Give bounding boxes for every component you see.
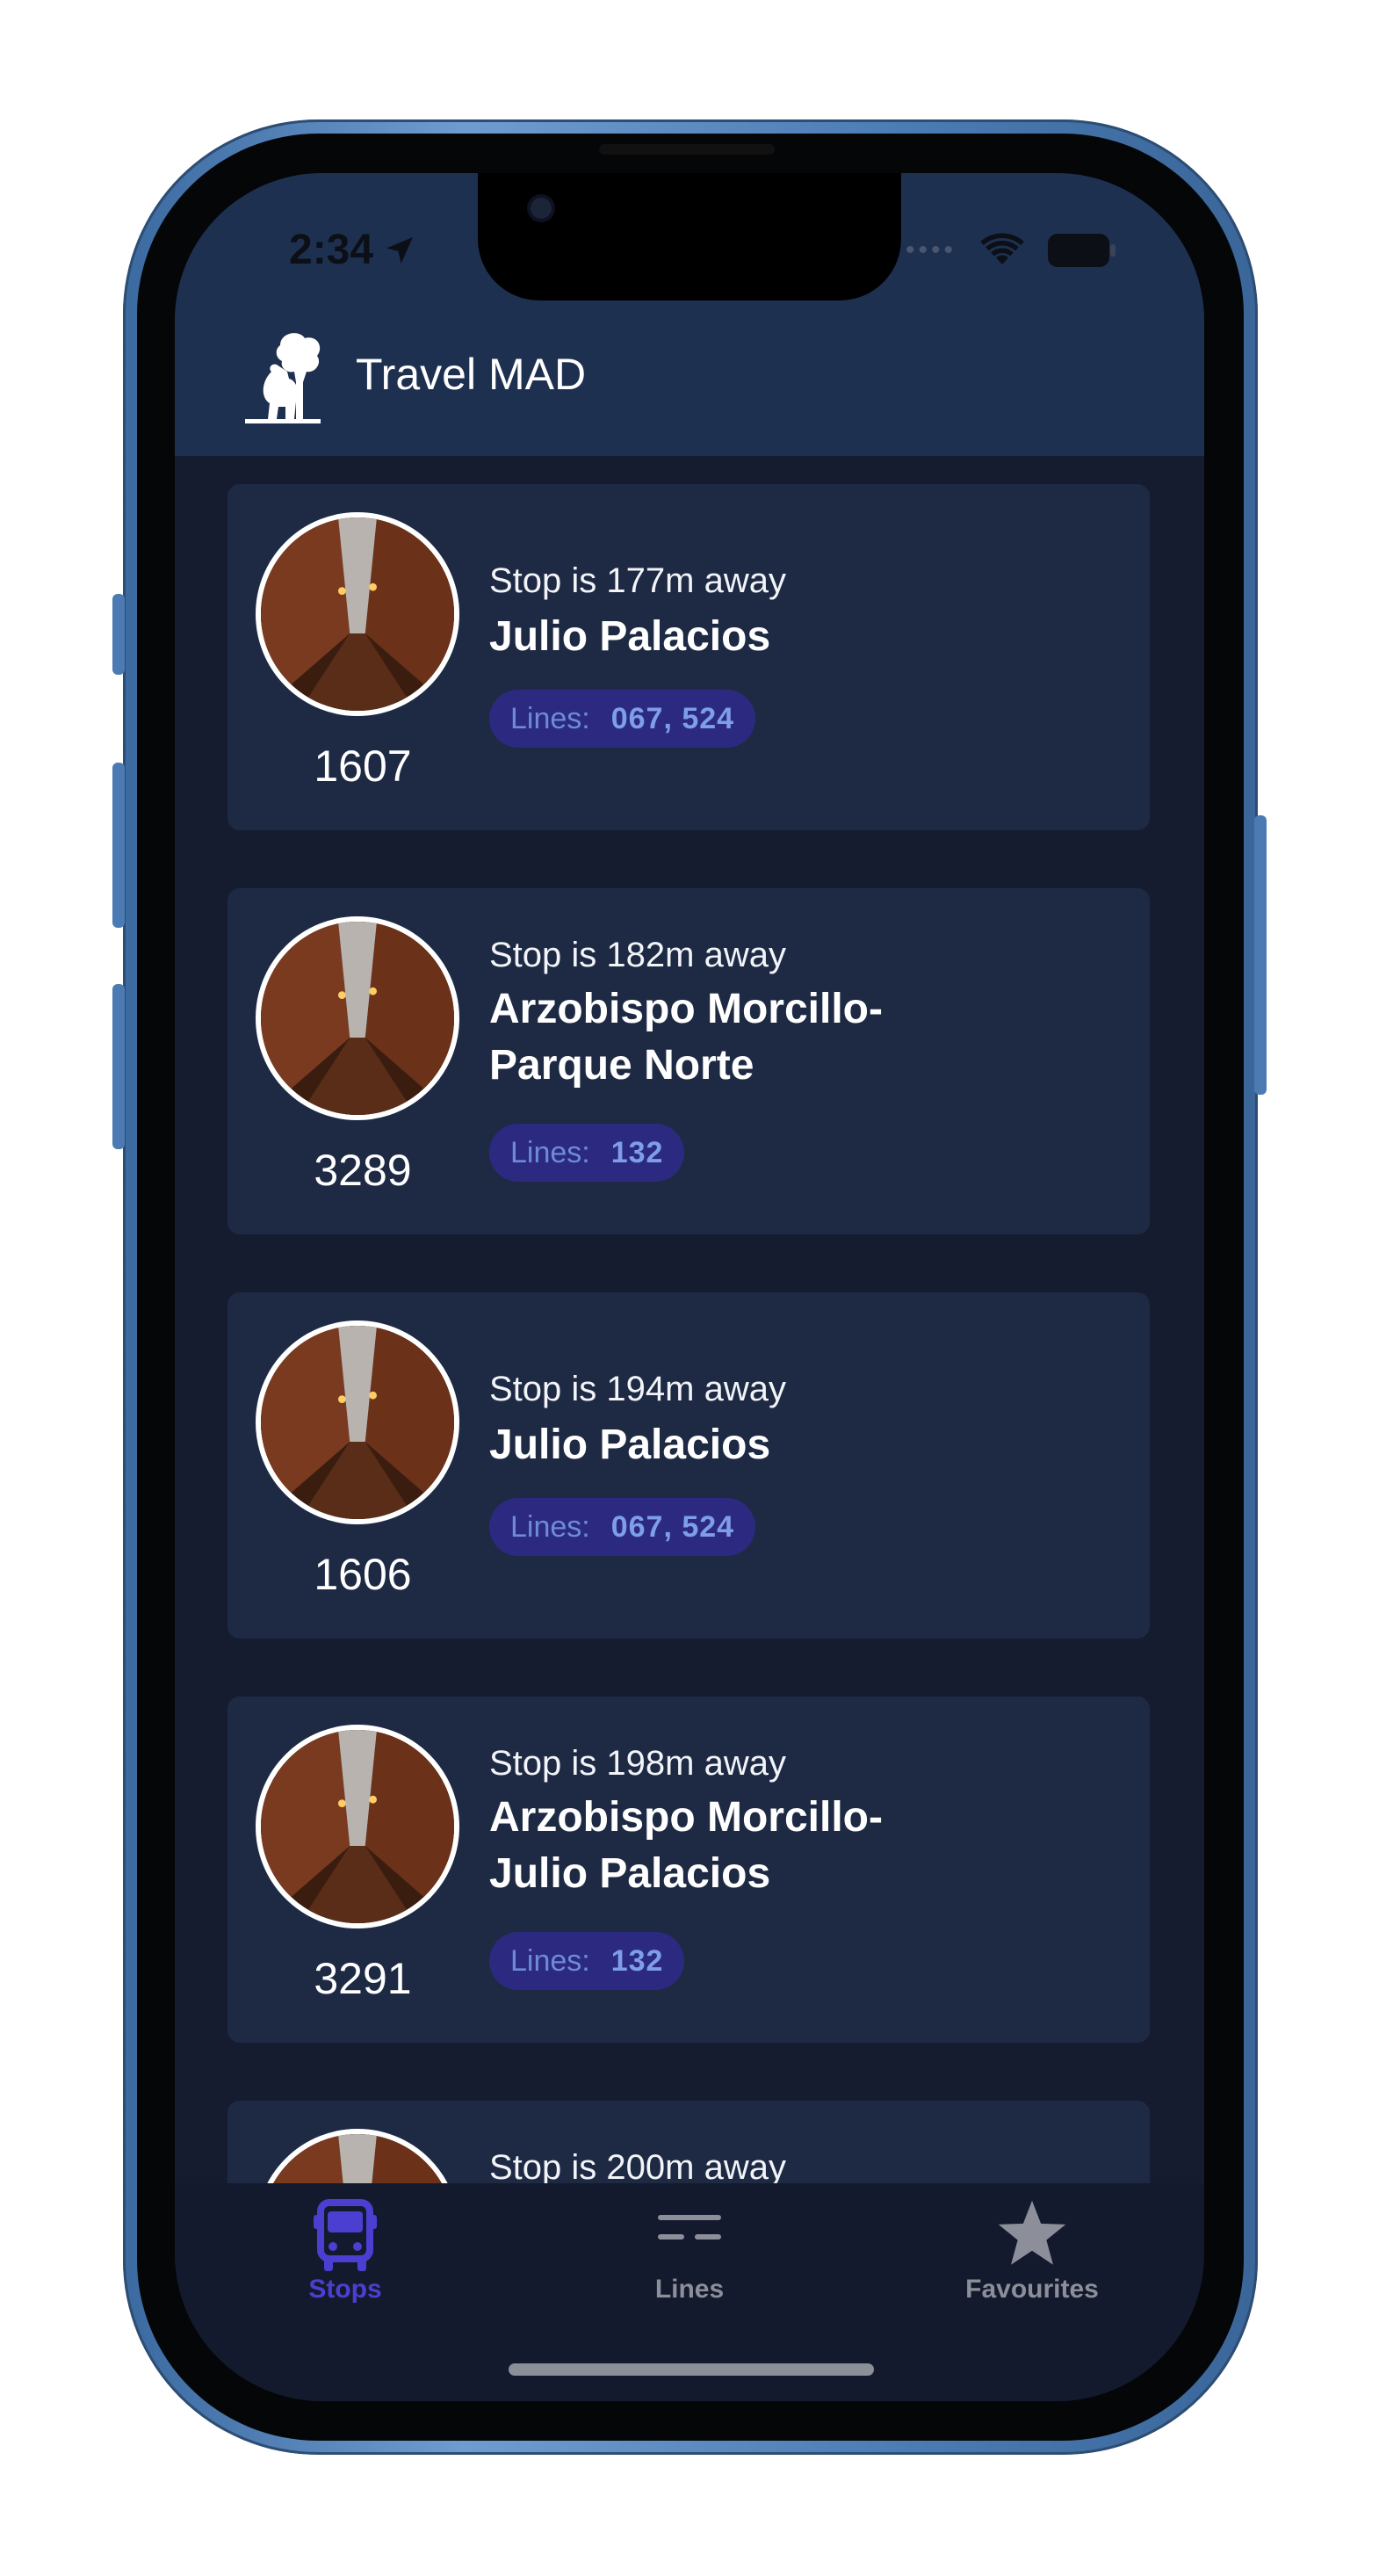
tab-lines[interactable]: Lines	[558, 2183, 821, 2341]
home-indicator	[509, 2363, 874, 2376]
stop-photo	[256, 916, 459, 1120]
notch	[478, 173, 901, 300]
lines-badge[interactable]: Lines: 132	[489, 1124, 685, 1182]
stop-photo	[256, 1321, 459, 1524]
stops-list[interactable]: 1607 Stop is 177m away Julio Palacios Li…	[175, 456, 1204, 2359]
stop-code: 3289	[314, 1146, 412, 1195]
stop-distance: Stop is 200m away	[489, 2148, 786, 2187]
stop-photo	[256, 1725, 459, 1928]
bus-icon	[314, 2199, 377, 2271]
status-time-label: 2:34	[289, 227, 374, 273]
cellular-signal-icon: ••••	[905, 235, 957, 264]
tab-stops-label: Stops	[308, 2275, 382, 2304]
stop-card[interactable]: 3291 Stop is 198m away Arzobispo Morcill…	[227, 1697, 1150, 2043]
stop-name: Arzobispo Morcillo- Parque Norte	[489, 986, 883, 1089]
volume-up-button	[112, 763, 125, 928]
tab-lines-label: Lines	[654, 2275, 725, 2304]
lines-badge[interactable]: Lines: 132	[489, 1932, 685, 1990]
bear-and-tree-logo	[245, 333, 321, 423]
tab-favourites[interactable]: Favourites	[900, 2183, 1164, 2341]
lines-value: 132	[610, 1943, 664, 1978]
location-arrow-icon	[386, 236, 414, 264]
top-speaker	[599, 144, 775, 155]
lines-label: Lines:	[510, 1509, 590, 1544]
star-icon	[998, 2200, 1066, 2265]
app-title: Travel MAD	[356, 350, 587, 399]
volume-down-button	[112, 984, 125, 1149]
mute-switch	[112, 594, 125, 675]
stop-photo	[256, 512, 459, 716]
stop-distance: Stop is 194m away	[489, 1370, 786, 1408]
power-button	[1254, 815, 1267, 1095]
stop-distance: Stop is 182m away	[489, 936, 786, 974]
stop-card[interactable]: 3289 Stop is 182m away Arzobispo Morcill…	[227, 888, 1150, 1234]
lines-label: Lines:	[510, 1135, 590, 1169]
stop-name: Julio Palacios	[489, 613, 771, 660]
front-camera	[531, 198, 552, 219]
stop-distance: Stop is 198m away	[489, 1744, 786, 1783]
stop-code: 1606	[314, 1550, 412, 1599]
lines-value: 067, 524	[610, 1509, 735, 1544]
lines-icon	[658, 2215, 721, 2240]
lines-badge[interactable]: Lines: 067, 524	[489, 1498, 756, 1556]
status-time: 2:34	[289, 226, 417, 274]
lines-value: 067, 524	[610, 701, 735, 735]
stop-name: Arzobispo Morcillo- Julio Palacios	[489, 1794, 883, 1897]
stop-code: 1607	[314, 742, 412, 791]
tab-stops[interactable]: Stops	[213, 2183, 477, 2341]
stop-card[interactable]: 1607 Stop is 177m away Julio Palacios Li…	[227, 484, 1150, 830]
screen: 2:34 •••• Travel MAD 1607 Stop is 177m a…	[175, 173, 1204, 2401]
status-indicators: ••••	[906, 233, 1116, 268]
stop-distance: Stop is 177m away	[489, 561, 786, 600]
tab-favourites-label: Favourites	[965, 2275, 1099, 2304]
stop-card[interactable]: 1606 Stop is 194m away Julio Palacios Li…	[227, 1292, 1150, 1639]
lines-label: Lines:	[510, 1943, 590, 1978]
battery-icon	[1048, 234, 1115, 267]
lines-badge[interactable]: Lines: 067, 524	[489, 690, 756, 748]
lines-label: Lines:	[510, 701, 590, 735]
stop-code: 3291	[314, 1954, 412, 2003]
stop-name: Julio Palacios	[489, 1422, 771, 1468]
wifi-icon	[980, 233, 1024, 264]
lines-value: 132	[610, 1135, 664, 1169]
